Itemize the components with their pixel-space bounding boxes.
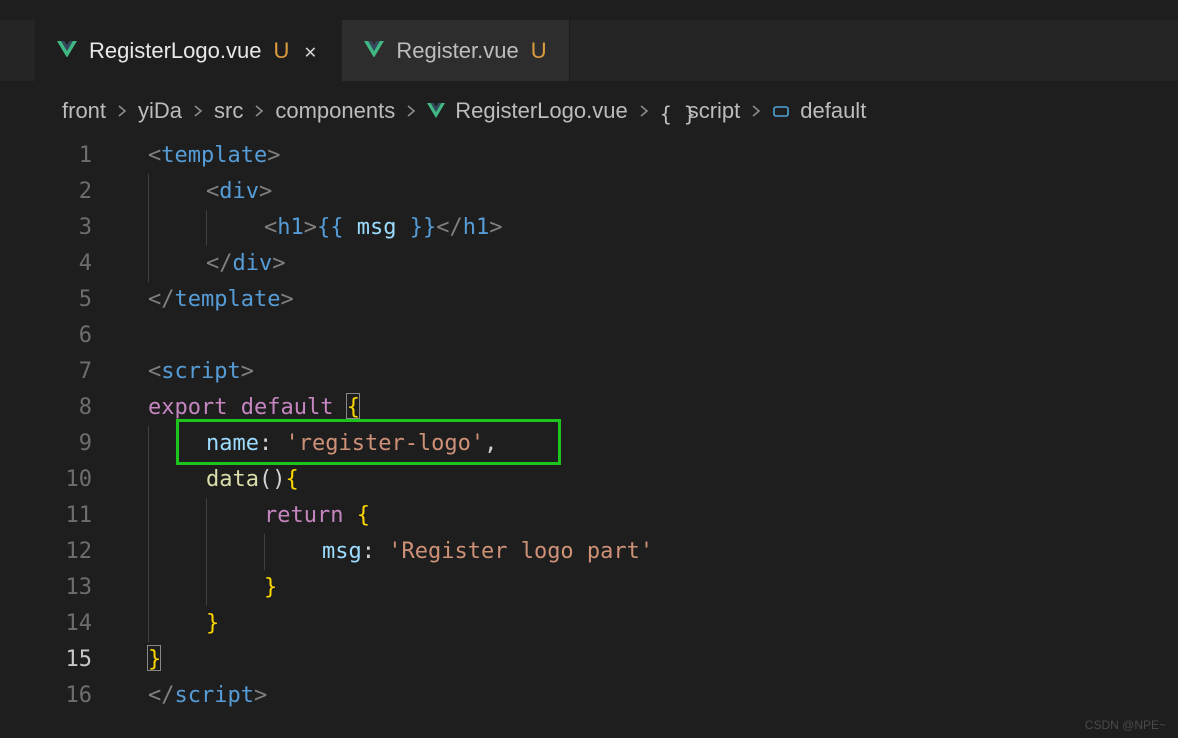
- property-name: name: [206, 426, 259, 462]
- line-number: 8: [0, 390, 120, 426]
- code-line[interactable]: 6: [0, 318, 1178, 354]
- tag-close: script: [175, 678, 254, 714]
- tab-bar: RegisterLogo.vue U ✕ Register.vue U: [0, 20, 1178, 82]
- breadcrumb-item[interactable]: RegisterLogo.vue: [455, 98, 627, 124]
- tab-status-u: U: [531, 38, 547, 64]
- line-number: 1: [0, 138, 120, 174]
- code-line[interactable]: 4 </div>: [0, 246, 1178, 282]
- code-line[interactable]: 1 <template>: [0, 138, 1178, 174]
- line-number: 7: [0, 354, 120, 390]
- chevron-right-icon: [253, 105, 265, 117]
- tag-open: h1: [277, 210, 304, 246]
- breadcrumb-item[interactable]: default: [800, 98, 866, 124]
- line-number: 2: [0, 174, 120, 210]
- string-literal: 'Register logo part': [388, 534, 653, 570]
- chevron-right-icon: [405, 105, 417, 117]
- chevron-right-icon: [116, 105, 128, 117]
- line-number: 11: [0, 498, 120, 534]
- braces-icon: { }: [660, 102, 678, 120]
- interpolation-var: msg: [357, 210, 397, 246]
- code-line[interactable]: 3 <h1>{{ msg }}</h1>: [0, 210, 1178, 246]
- line-number: 5: [0, 282, 120, 318]
- line-number: 3: [0, 210, 120, 246]
- watermark: CSDN @NPE~: [1085, 718, 1166, 732]
- line-number: 6: [0, 318, 120, 354]
- breadcrumb-item[interactable]: src: [214, 98, 243, 124]
- code-line[interactable]: 15 }: [0, 642, 1178, 678]
- tab-filename: Register.vue: [396, 38, 518, 64]
- tag-open: template: [161, 138, 267, 174]
- tag-close: h1: [463, 210, 490, 246]
- symbol-icon: [772, 102, 790, 120]
- code-editor[interactable]: 1 <template> 2 <div> 3 <h1>{{ msg }}</h1…: [0, 136, 1178, 738]
- code-line[interactable]: 8 export default {: [0, 390, 1178, 426]
- titlebar-strip: [0, 0, 1178, 20]
- tag-open: script: [161, 354, 240, 390]
- breadcrumb-item[interactable]: components: [275, 98, 395, 124]
- code-line[interactable]: 12 msg: 'Register logo part': [0, 534, 1178, 570]
- line-number: 15: [0, 642, 120, 678]
- tag-close: template: [175, 282, 281, 318]
- property-msg: msg: [322, 534, 362, 570]
- keyword-return: return: [264, 498, 343, 534]
- close-icon[interactable]: ✕: [301, 41, 319, 61]
- string-literal: 'register-logo': [285, 426, 484, 462]
- keyword-default: default: [241, 390, 334, 426]
- tab-registerlogo[interactable]: RegisterLogo.vue U ✕: [35, 20, 342, 81]
- code-line[interactable]: 14 }: [0, 606, 1178, 642]
- code-line[interactable]: 10 data(){: [0, 462, 1178, 498]
- line-number: 14: [0, 606, 120, 642]
- line-number: 4: [0, 246, 120, 282]
- line-number: 12: [0, 534, 120, 570]
- vertical-scrollbar[interactable]: [1164, 136, 1178, 738]
- breadcrumb-item[interactable]: script: [688, 98, 741, 124]
- breadcrumb-item[interactable]: front: [62, 98, 106, 124]
- code-line[interactable]: 13 }: [0, 570, 1178, 606]
- code-line[interactable]: 5 </template>: [0, 282, 1178, 318]
- tab-register[interactable]: Register.vue U: [342, 20, 569, 81]
- breadcrumb[interactable]: front yiDa src components RegisterLogo.v…: [0, 82, 1178, 136]
- code-line[interactable]: 7 <script>: [0, 354, 1178, 390]
- method-data: data: [206, 462, 259, 498]
- tab-status-u: U: [273, 38, 289, 64]
- chevron-right-icon: [638, 105, 650, 117]
- vue-icon: [427, 103, 445, 119]
- line-number: 13: [0, 570, 120, 606]
- line-number: 9: [0, 426, 120, 462]
- code-line[interactable]: 11 return {: [0, 498, 1178, 534]
- vue-icon: [57, 41, 77, 61]
- chevron-right-icon: [750, 105, 762, 117]
- code-line[interactable]: 2 <div>: [0, 174, 1178, 210]
- vue-icon: [364, 41, 384, 61]
- line-number: 10: [0, 462, 120, 498]
- breadcrumb-item[interactable]: yiDa: [138, 98, 182, 124]
- keyword-export: export: [148, 390, 227, 426]
- chevron-right-icon: [192, 105, 204, 117]
- editor-window: RegisterLogo.vue U ✕ Register.vue U fron…: [0, 0, 1178, 738]
- tag-open: div: [219, 174, 259, 210]
- tag-close: div: [233, 246, 273, 282]
- code-line[interactable]: 9 name: 'register-logo',: [0, 426, 1178, 462]
- tab-filename: RegisterLogo.vue: [89, 38, 261, 64]
- code-line[interactable]: 16 </script>: [0, 678, 1178, 714]
- line-number: 16: [0, 678, 120, 714]
